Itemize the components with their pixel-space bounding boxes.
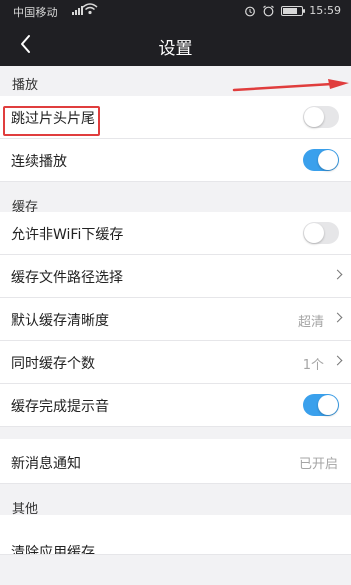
annotation-arrow-icon: [232, 79, 349, 92]
cache-path-row[interactable]: 缓存文件路径选择: [0, 255, 351, 298]
non-wifi-cache-toggle[interactable]: [303, 222, 339, 244]
cache-count-row[interactable]: 同时缓存个数 1个: [0, 341, 351, 384]
cache-count-label: 同时缓存个数: [11, 356, 95, 372]
section-title-cache: 缓存: [0, 182, 351, 215]
annotation-highlight-box: [3, 106, 100, 136]
non-wifi-cache-label: 允许非WiFi下缓存: [11, 227, 124, 243]
cache-sound-label: 缓存完成提示音: [11, 399, 109, 415]
section-title-other: 其他: [0, 484, 351, 517]
continuous-play-label: 连续播放: [11, 154, 67, 170]
clock: 15:59: [309, 4, 341, 17]
page-title: 设置: [158, 39, 193, 59]
non-wifi-cache-row[interactable]: 允许非WiFi下缓存: [0, 212, 351, 255]
toggle-knob: [304, 223, 324, 243]
nav-bar: 设置: [0, 22, 351, 66]
cache-path-label: 缓存文件路径选择: [11, 270, 123, 286]
section-gap: [0, 427, 351, 439]
settings-list: 播放 跳过片头片尾 连续播放 缓存 允许非WiFi下缓存 缓存文件路径选择 默认…: [0, 66, 351, 555]
chevron-right-icon: [332, 355, 343, 366]
alarm-icon: [245, 6, 256, 16]
cache-count-value: 1个: [302, 358, 324, 373]
wifi-icon: [82, 3, 98, 15]
cache-quality-row[interactable]: 默认缓存清晰度 超清: [0, 298, 351, 341]
alarm-clock-icon: [263, 5, 275, 16]
skip-intro-outro-toggle[interactable]: [303, 106, 339, 128]
toggle-knob: [318, 395, 338, 415]
toggle-knob: [304, 107, 324, 127]
battery-icon: [281, 5, 306, 16]
notification-label: 新消息通知: [11, 456, 81, 472]
notification-value: 已开启: [298, 457, 338, 472]
cache-quality-label: 默认缓存清晰度: [11, 313, 109, 329]
clear-cache-label: 清除应用缓存: [11, 545, 95, 555]
toggle-knob: [318, 150, 338, 170]
cache-quality-value: 超清: [297, 315, 324, 330]
clear-cache-row[interactable]: 清除应用缓存: [0, 515, 351, 555]
top-bar: 中国移动 15:59 设置: [0, 0, 351, 66]
carrier-name: 中国移动: [13, 6, 58, 19]
cache-sound-row[interactable]: 缓存完成提示音: [0, 384, 351, 427]
chevron-right-icon: [332, 312, 343, 323]
continuous-play-toggle[interactable]: [303, 149, 339, 171]
status-bar: 中国移动 15:59: [0, 0, 351, 22]
chevron-right-icon: [332, 269, 343, 280]
cache-sound-toggle[interactable]: [303, 394, 339, 416]
notification-row[interactable]: 新消息通知 已开启: [0, 439, 351, 484]
continuous-play-row[interactable]: 连续播放: [0, 139, 351, 182]
